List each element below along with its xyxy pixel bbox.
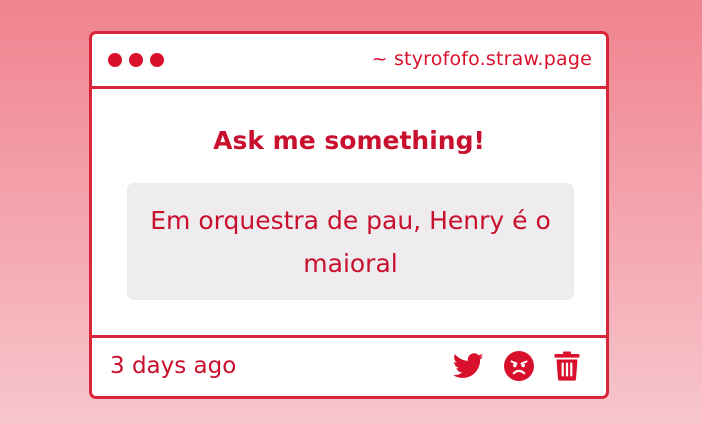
angry-face-icon: [504, 351, 534, 381]
trash-icon: [554, 351, 580, 381]
question-card: Em orquestra de pau, Henry é o maioral: [127, 183, 574, 300]
window-dot-3: [150, 53, 164, 67]
twitter-icon: [453, 353, 484, 378]
window-dot-1: [108, 53, 122, 67]
question-text: Em orquestra de pau, Henry é o maioral: [150, 205, 551, 278]
timestamp: 3 days ago: [110, 353, 237, 379]
delete-button[interactable]: [554, 351, 580, 381]
window-controls: [108, 53, 164, 67]
title-bar: ~ styrofofo.straw.page: [92, 34, 606, 89]
window-dot-2: [129, 53, 143, 67]
footer-actions: [453, 351, 580, 381]
app-window: ~ styrofofo.straw.page Ask me something!…: [89, 31, 609, 399]
react-angry-button[interactable]: [504, 351, 534, 381]
footer-bar: 3 days ago: [92, 335, 606, 396]
page-url: ~ styrofofo.straw.page: [371, 48, 592, 70]
share-twitter-button[interactable]: [453, 353, 484, 379]
main-content: Ask me something! Em orquestra de pau, H…: [92, 89, 606, 341]
page-heading: Ask me something!: [213, 126, 485, 155]
